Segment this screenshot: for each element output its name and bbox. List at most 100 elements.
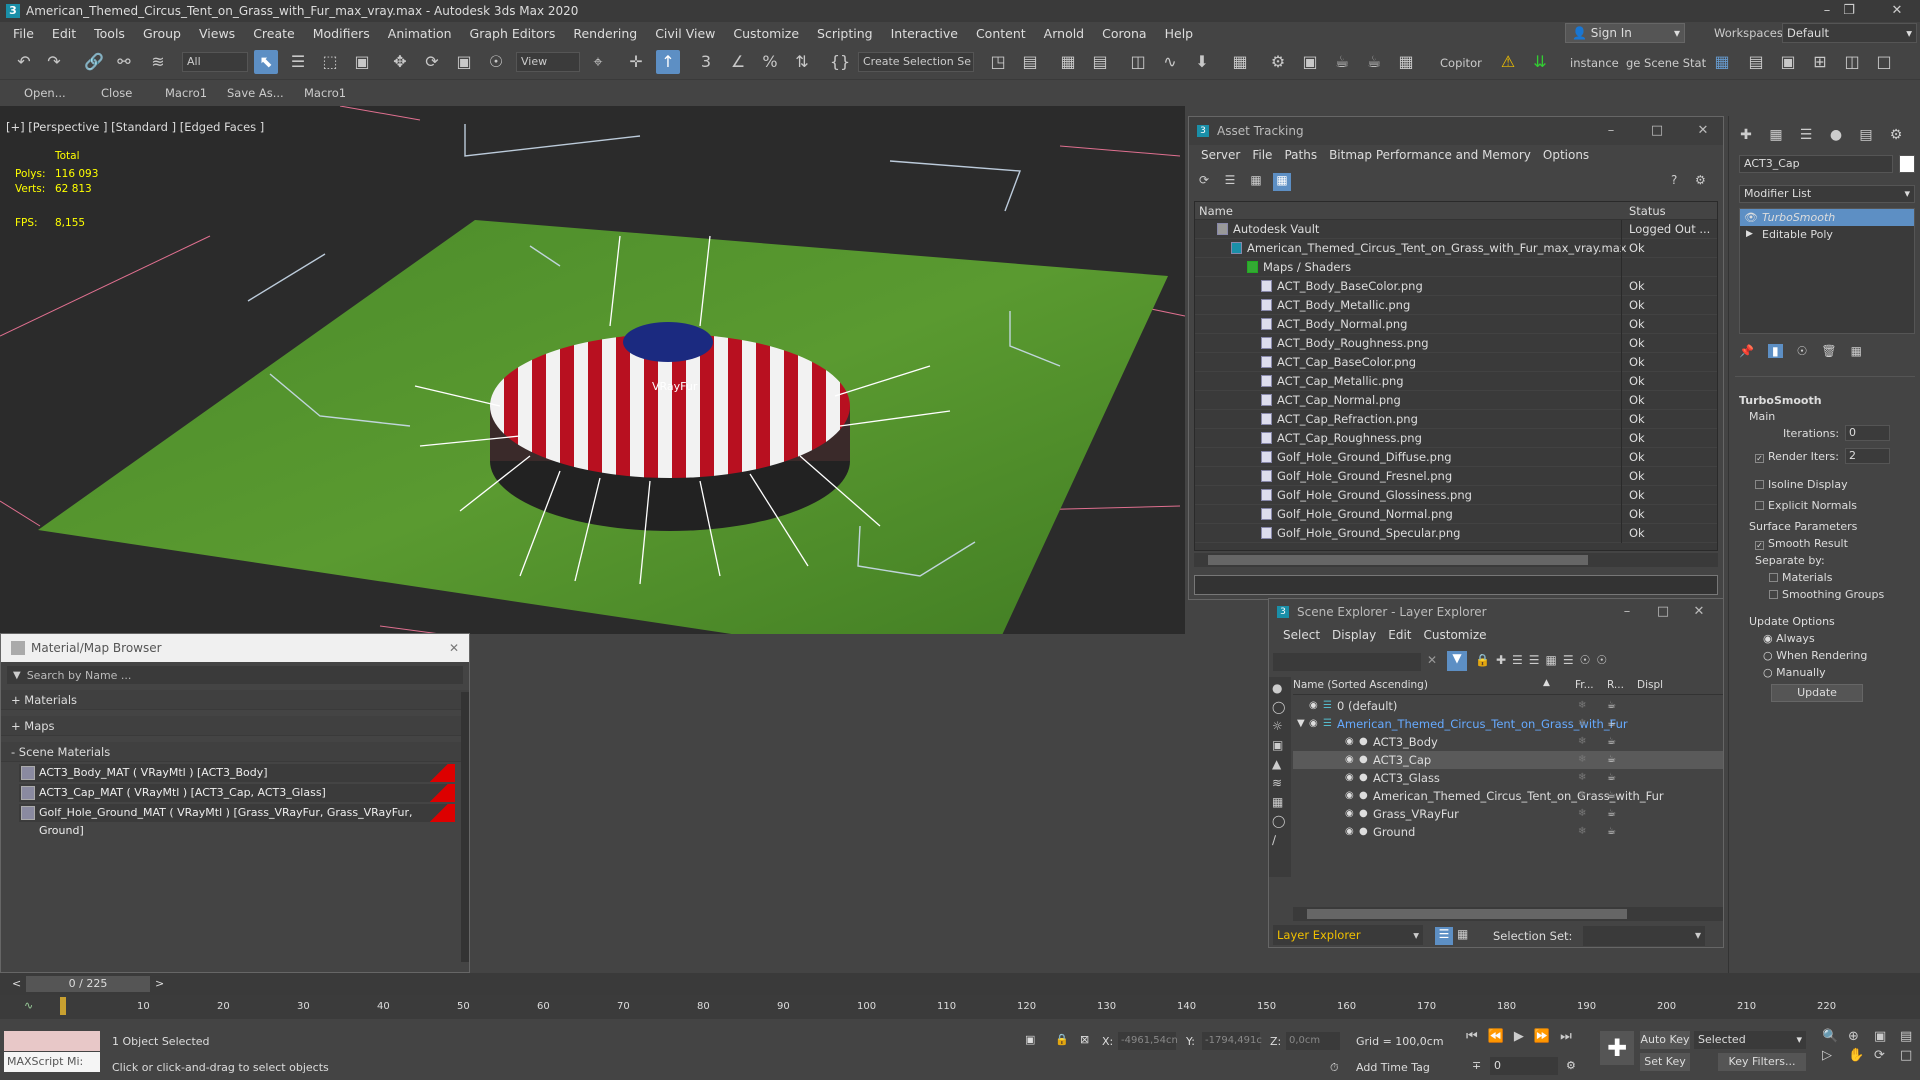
utilities-tab-icon[interactable]: ⚙ [1885,124,1907,146]
go-to-end-icon[interactable]: ⏭ [1560,1029,1572,1044]
visibility-eye-icon[interactable]: ◉ [1345,736,1357,747]
display-bones-icon[interactable]: ∕ [1272,833,1288,847]
menu-create[interactable]: Create [244,26,304,41]
freeze-icon[interactable]: ❄ [1578,718,1590,729]
asset-row[interactable]: Golf_Hole_Ground_Specular.png Ok [1195,524,1717,543]
spinner-snap-icon[interactable]: ⇅ [790,50,814,74]
viewport-layout-icon[interactable]: ▤ [1744,50,1768,74]
render-iters-checkbox[interactable]: ✓ [1755,454,1764,463]
material-editor-icon[interactable]: ▦ [1228,50,1252,74]
scene-explorer-icon[interactable]: ▦ [1056,50,1080,74]
object-color-swatch[interactable] [1899,155,1915,173]
track-bar[interactable]: ∿ 10 20 30 40 50 60 70 80 90 100 110 120 130 140 150 16… [0,995,1920,1019]
modify-tab-icon[interactable]: ▦ [1765,124,1787,146]
update-manually-row[interactable]: ○ Manually [1763,666,1826,679]
asset-row[interactable]: Golf_Hole_Ground_Diffuse.png Ok [1195,448,1717,467]
display-geometry-icon[interactable]: ● [1272,681,1288,695]
refresh-icon[interactable]: ⟳ [1195,173,1213,191]
turbosmooth-rollout-title[interactable]: TurboSmooth [1739,394,1822,407]
sep-smoothing-row[interactable]: Smoothing Groups [1769,588,1884,601]
radio-selected-icon[interactable]: ◉ [1763,632,1776,645]
lock-selection-icon[interactable]: 🔒 [1055,1033,1069,1046]
asset-tracking-titlebar[interactable]: 3 Asset Tracking – □ ✕ [1189,117,1723,145]
scene-menu-customize[interactable]: Customize [1418,628,1493,642]
isoline-row[interactable]: Isoline Display [1755,478,1848,491]
smooth-result-checkbox[interactable]: ✓ [1755,541,1764,550]
freeze-icon[interactable]: ❄ [1578,826,1590,837]
render-iters-row[interactable]: ✓ Render Iters: [1755,450,1839,463]
asset-row[interactable]: ACT_Cap_BaseColor.png Ok [1195,353,1717,372]
collapse-arrow-icon[interactable]: ▼ [1297,718,1309,729]
move-icon[interactable]: ✥ [388,50,412,74]
modifier-list-select[interactable]: Modifier List ▾ [1739,185,1915,203]
curve-editor-icon[interactable]: ∿ [1158,50,1182,74]
close-icon[interactable]: ✕ [1874,0,1920,22]
add-time-tag-button[interactable]: Add Time Tag [1356,1061,1430,1074]
scene-row[interactable]: ◉ ● Ground ❄ ☕ [1293,823,1723,841]
mirror-icon[interactable]: ◳ [986,50,1010,74]
col-name-header[interactable]: Name [1199,204,1233,218]
maxscript-listener-top[interactable] [4,1031,100,1051]
table-view-icon[interactable]: ▦ [1273,173,1291,191]
copitor-button[interactable]: Copitor [1440,56,1482,70]
scene-hscrollbar[interactable] [1293,907,1723,921]
asset-menu-options[interactable]: Options [1537,148,1595,162]
grid-layout-icon[interactable]: ▦ [1710,50,1734,74]
explicit-normals-checkbox[interactable] [1755,501,1764,510]
maximize-viewport-icon[interactable]: □ [1900,1048,1920,1063]
asset-row[interactable]: Golf_Hole_Ground_Fresnel.png Ok [1195,467,1717,486]
isoline-checkbox[interactable] [1755,480,1764,489]
set-key-big-icon[interactable]: ✚ [1600,1031,1634,1065]
asset-row[interactable]: Autodesk Vault Logged Out ... [1195,220,1717,239]
scene-row[interactable]: ◉ ● ACT3_Body ❄ ☕ [1293,733,1723,751]
asset-row[interactable]: ACT_Cap_Refraction.png Ok [1195,410,1717,429]
display-cameras-icon[interactable]: ▣ [1272,738,1288,752]
menu-civil-view[interactable]: Civil View [646,26,724,41]
help-icon[interactable]: ? [1671,173,1677,187]
menu-help[interactable]: Help [1156,26,1203,41]
scene-material-item[interactable]: ACT3_Cap_MAT ( VRayMtl ) [ACT3_Cap, ACT3… [19,784,455,802]
macro1-button-2[interactable]: Macro1 [304,86,346,100]
visibility-eye-icon[interactable]: ◉ [1345,808,1357,819]
asset-menu-file[interactable]: File [1246,148,1278,162]
minimize-icon[interactable]: – [1609,599,1645,625]
selection-set-select[interactable]: ▾ [1583,926,1705,946]
restore-icon[interactable]: ❐ [1826,0,1872,22]
y-coordinate-field[interactable]: -1794,491c [1202,1032,1262,1050]
redo-icon[interactable]: ↷ [42,50,66,74]
align-icon[interactable]: ▤ [1018,50,1042,74]
asset-path-field[interactable] [1194,575,1718,595]
menu-edit[interactable]: Edit [43,26,85,41]
display-shapes-icon[interactable]: ◯ [1272,700,1288,714]
renderable-icon[interactable]: ☕ [1607,736,1619,747]
asset-row[interactable]: ACT_Body_Metallic.png Ok [1195,296,1717,315]
list-view-icon[interactable]: ☰ [1221,173,1239,191]
zoom-extents-all-icon[interactable]: ▤ [1900,1029,1920,1044]
key-mode-icon[interactable]: ∓ [1472,1059,1481,1072]
freeze-icon[interactable]: ❄ [1578,754,1590,765]
close-icon[interactable]: ✕ [449,641,459,655]
freeze-icon[interactable]: ❄ [1578,790,1590,801]
thumbnail-view-icon[interactable]: ▦ [1247,173,1265,191]
maximize-panel-icon[interactable]: □ [1872,50,1896,74]
display-tab-icon[interactable]: ▤ [1855,124,1877,146]
scene-material-item[interactable]: Golf_Hole_Ground_MAT ( VRayMtl ) [Grass_… [19,804,455,837]
close-icon[interactable]: ✕ [1681,599,1717,625]
workspace-select[interactable]: Default ▾ [1782,23,1917,43]
render-iterative-icon[interactable]: ☕ [1362,50,1386,74]
asset-row[interactable]: ACT_Cap_Normal.png Ok [1195,391,1717,410]
link-icon[interactable]: 🔗 [82,50,106,74]
sign-in-dropdown[interactable]: 👤 Sign In ▾ [1565,23,1685,43]
prev-key-icon[interactable]: ⏪ [1488,1029,1504,1044]
render-setup-icon[interactable]: ⚙ [1266,50,1290,74]
asset-menu-paths[interactable]: Paths [1278,148,1323,162]
sep-smoothing-checkbox[interactable] [1769,590,1778,599]
asset-menu-bitmap-performance-and-memory[interactable]: Bitmap Performance and Memory [1323,148,1537,162]
play-icon[interactable]: ▶ [1514,1029,1524,1044]
col-frozen[interactable]: Fr... [1575,679,1594,691]
freeze-icon[interactable]: ❄ [1578,736,1590,747]
lock-layout-icon[interactable]: ▣ [1776,50,1800,74]
display-xrefs-icon[interactable]: ◯ [1272,814,1288,828]
material-search-input[interactable]: ▼ Search by Name ... [7,666,463,684]
select-object-icon[interactable]: ⬉ [254,50,278,74]
